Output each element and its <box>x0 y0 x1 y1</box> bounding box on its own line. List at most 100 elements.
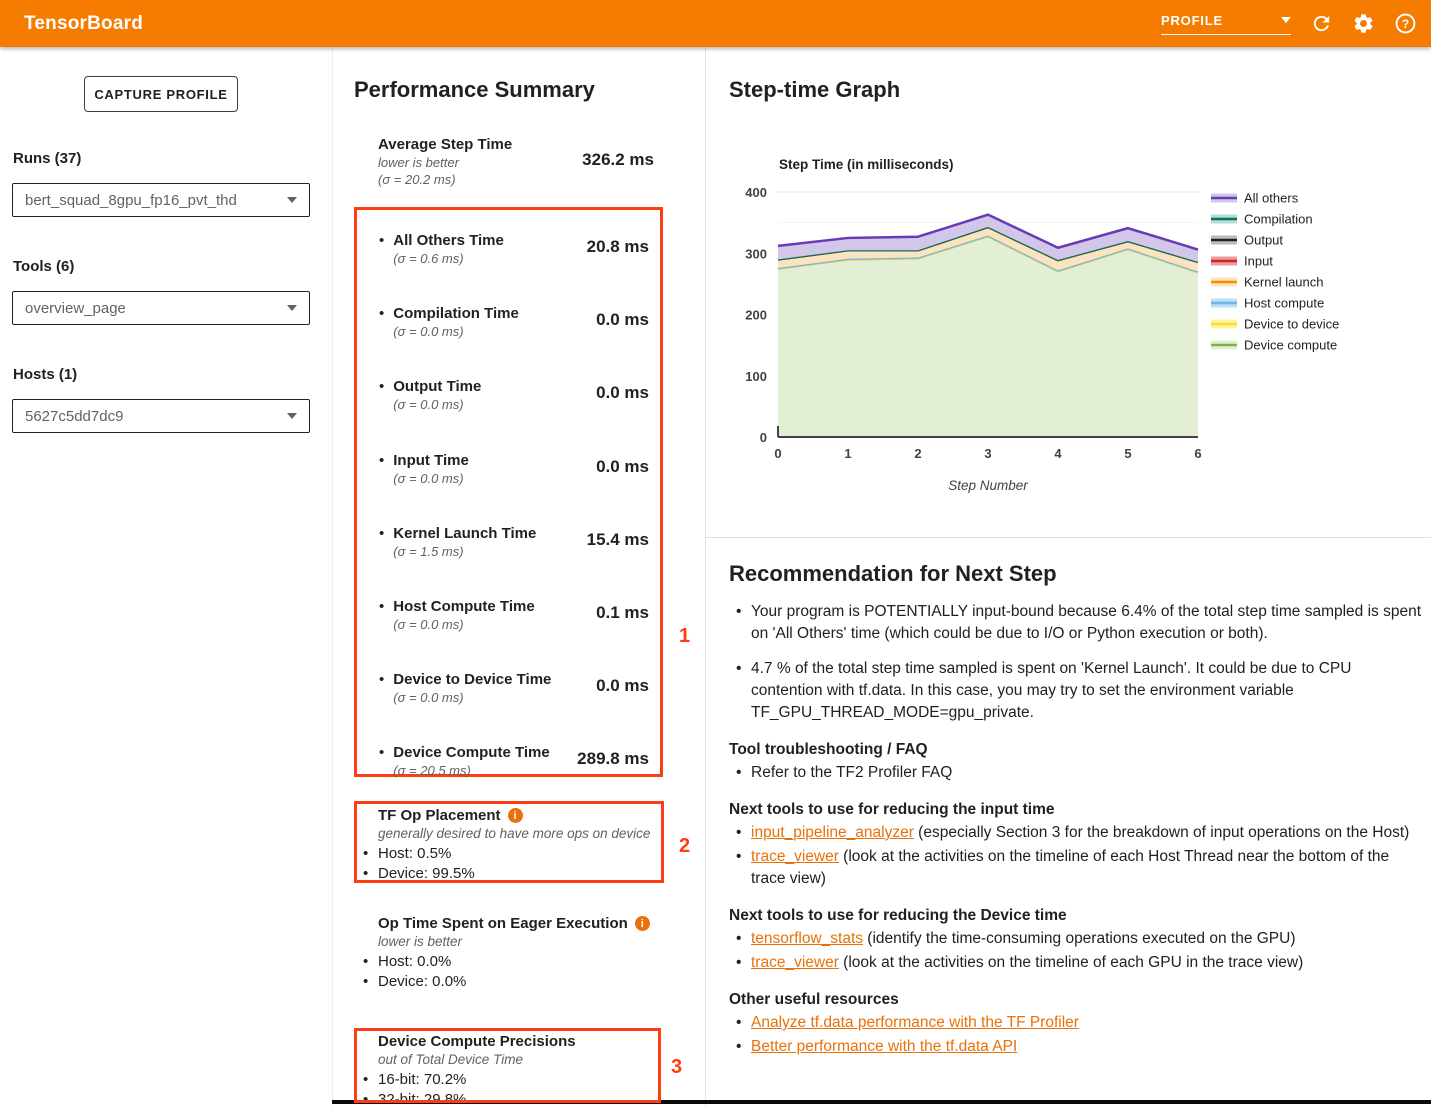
list-item: Host: 0.0% <box>354 952 664 972</box>
rec-item: Better performance with the tf.data API <box>729 1036 1423 1058</box>
breakdown-value: 0.1 ms <box>596 603 649 633</box>
rec-link[interactable]: input_pipeline_analyzer <box>751 824 914 841</box>
svg-text:Step Number: Step Number <box>948 478 1028 493</box>
runs-select-value: bert_squad_8gpu_fp16_pvt_thd <box>25 192 237 209</box>
breakdown-label: Device to Device Time <box>393 670 551 689</box>
eager-execution-title: Op Time Spent on Eager Execution <box>378 915 628 932</box>
svg-text:Input: Input <box>1244 254 1273 269</box>
bullet-dot: • <box>379 377 384 413</box>
dashboard-selector[interactable]: PROFILE <box>1161 13 1291 35</box>
average-step-time-label: Average Step Time <box>378 135 512 154</box>
recommendation-title: Recommendation for Next Step <box>729 561 1423 587</box>
svg-text:0: 0 <box>774 446 781 461</box>
info-icon[interactable]: i <box>508 808 523 823</box>
recommendation-bullets: Your program is POTENTIALLY input-bound … <box>729 601 1423 724</box>
rec-item: Analyze tf.data performance with the TF … <box>729 1012 1423 1034</box>
rec-item: trace_viewer (look at the activities on … <box>729 952 1423 974</box>
chevron-down-icon <box>287 305 297 311</box>
annotation-number-1: 1 <box>679 625 690 648</box>
rec-item: trace_viewer (look at the activities on … <box>729 846 1423 890</box>
rec-section-heading: Other useful resources <box>729 991 1423 1009</box>
svg-text:Output: Output <box>1244 233 1283 248</box>
svg-text:5: 5 <box>1124 446 1131 461</box>
svg-text:100: 100 <box>745 369 767 384</box>
breakdown-value: 20.8 ms <box>587 237 649 267</box>
list-item: Device: 99.5% <box>354 864 664 884</box>
breakdown-row: •Input Time(σ = 0.0 ms)0.0 ms <box>379 451 649 487</box>
average-step-time-sigma: (σ = 20.2 ms) <box>378 171 512 188</box>
breakdown-label: All Others Time <box>393 231 504 250</box>
runs-select[interactable]: bert_squad_8gpu_fp16_pvt_thd <box>12 183 310 217</box>
breakdown-sigma: (σ = 0.6 ms) <box>393 250 504 267</box>
breakdown-row: •Kernel Launch Time(σ = 1.5 ms)15.4 ms <box>379 524 649 560</box>
capture-profile-button[interactable]: CAPTURE PROFILE <box>84 76 238 112</box>
svg-text:All others: All others <box>1244 191 1299 206</box>
device-precisions-subtitle: out of Total Device Time <box>378 1052 664 1067</box>
svg-text:400: 400 <box>745 185 767 200</box>
tools-select-value: overview_page <box>25 300 126 317</box>
tf-op-placement-subtitle: generally desired to have more ops on de… <box>378 826 664 841</box>
list-item: 4.7 % of the total step time sampled is … <box>729 658 1423 724</box>
rec-item: tensorflow_stats (identify the time-cons… <box>729 928 1423 950</box>
eager-execution-subtitle: lower is better <box>378 934 664 949</box>
breakdown-row: •Host Compute Time(σ = 0.0 ms)0.1 ms <box>379 597 649 633</box>
list-item: Device: 0.0% <box>354 972 664 992</box>
rec-link[interactable]: tensorflow_stats <box>751 930 863 947</box>
bullet-dot: • <box>379 524 384 560</box>
rec-link[interactable]: trace_viewer <box>751 954 839 971</box>
breakdown-label: Compilation Time <box>393 304 519 323</box>
svg-text:Host compute: Host compute <box>1244 296 1324 311</box>
breakdown-value: 0.0 ms <box>596 676 649 706</box>
bullet-dot: • <box>379 597 384 633</box>
bullet-dot: • <box>379 743 384 779</box>
svg-text:2: 2 <box>914 446 921 461</box>
eager-execution-block: Op Time Spent on Eager Execution i lower… <box>354 915 664 991</box>
tools-select[interactable]: overview_page <box>12 291 310 325</box>
dashboard-selector-value: PROFILE <box>1161 13 1223 28</box>
recommendation-section: Recommendation for Next Step Your progra… <box>729 561 1423 1060</box>
svg-text:Device to device: Device to device <box>1244 317 1339 332</box>
rec-link[interactable]: trace_viewer <box>751 848 839 865</box>
list-item: Host: 0.5% <box>354 844 664 864</box>
breakdown-label: Device Compute Time <box>393 743 549 762</box>
performance-summary-panel: Performance Summary Average Step Time lo… <box>332 47 705 1106</box>
breakdown-row: •Device Compute Time(σ = 20.5 ms)289.8 m… <box>379 743 649 779</box>
tools-label: Tools (6) <box>13 258 74 275</box>
info-icon[interactable]: i <box>635 916 650 931</box>
rec-section-list: input_pipeline_analyzer (especially Sect… <box>729 822 1423 890</box>
breakdown-value: 289.8 ms <box>577 749 649 779</box>
hosts-label: Hosts (1) <box>13 366 77 383</box>
rec-section-list: Refer to the TF2 Profiler FAQ <box>729 762 1423 784</box>
breakdown-sigma: (σ = 0.0 ms) <box>393 470 469 487</box>
performance-summary-title: Performance Summary <box>354 77 595 103</box>
rec-item: Refer to the TF2 Profiler FAQ <box>729 762 1423 784</box>
rec-section-list: tensorflow_stats (identify the time-cons… <box>729 928 1423 974</box>
breakdown-row: •All Others Time(σ = 0.6 ms)20.8 ms <box>379 231 649 267</box>
refresh-icon[interactable] <box>1309 12 1333 36</box>
settings-gear-icon[interactable] <box>1351 12 1375 36</box>
svg-text:?: ? <box>1401 17 1408 31</box>
breakdown-sigma: (σ = 0.0 ms) <box>393 616 534 633</box>
eager-execution-items: Host: 0.0%Device: 0.0% <box>354 952 664 991</box>
help-icon[interactable]: ? <box>1393 12 1417 36</box>
rec-link[interactable]: Analyze tf.data performance with the TF … <box>751 1014 1079 1031</box>
rec-section-heading: Next tools to use for reducing the Devic… <box>729 907 1423 925</box>
step-time-graph-title: Step-time Graph <box>729 77 900 103</box>
breakdown-row: •Output Time(σ = 0.0 ms)0.0 ms <box>379 377 649 413</box>
rec-section-heading: Tool troubleshooting / FAQ <box>729 741 1423 759</box>
svg-text:3: 3 <box>984 446 991 461</box>
bullet-dot: • <box>379 670 384 706</box>
tf-op-placement-block: TF Op Placement i generally desired to h… <box>354 807 664 883</box>
hosts-select[interactable]: 5627c5dd7dc9 <box>12 399 310 433</box>
sidebar: CAPTURE PROFILE Runs (37) bert_squad_8gp… <box>0 47 332 1106</box>
breakdown-sigma: (σ = 0.0 ms) <box>393 323 519 340</box>
section-divider <box>706 537 1431 538</box>
breakdown-value: 15.4 ms <box>587 530 649 560</box>
rec-link[interactable]: Better performance with the tf.data API <box>751 1038 1017 1055</box>
runs-label: Runs (37) <box>13 150 81 167</box>
svg-text:Kernel launch: Kernel launch <box>1244 275 1324 290</box>
tf-op-placement-title: TF Op Placement <box>378 807 501 824</box>
svg-text:6: 6 <box>1194 446 1201 461</box>
chevron-down-icon <box>287 197 297 203</box>
page-bottom-edge <box>332 1100 1431 1104</box>
